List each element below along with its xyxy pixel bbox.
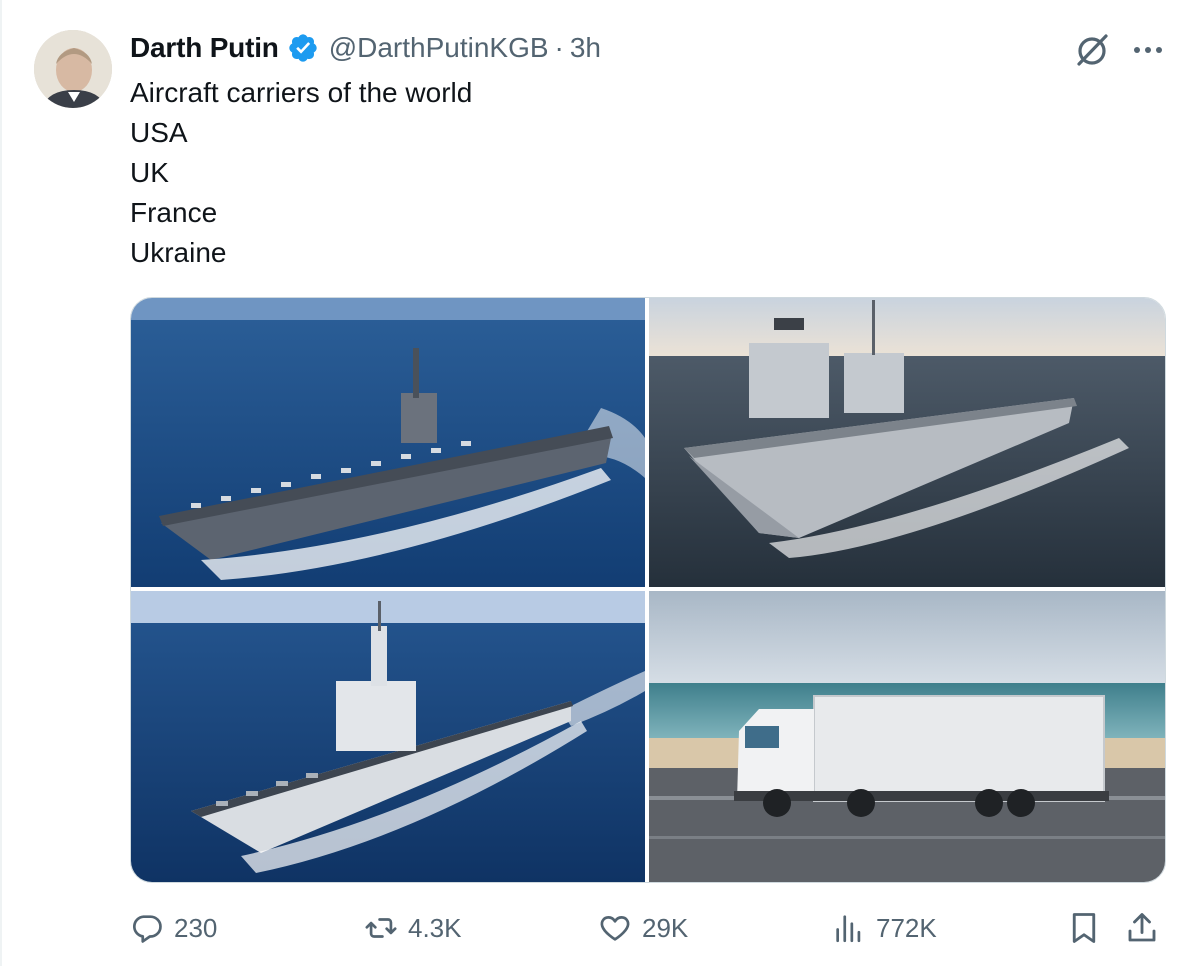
uk-carrier-image[interactable] <box>649 298 1165 587</box>
reply-button[interactable]: 230 <box>130 900 217 956</box>
views-button[interactable]: 772K <box>832 900 937 956</box>
views-count: 772K <box>876 912 937 943</box>
share-icon[interactable] <box>1124 910 1160 946</box>
display-name[interactable]: Darth Putin <box>130 32 279 64</box>
media-grid <box>130 297 1166 883</box>
views-icon <box>836 915 861 943</box>
repost-count: 4.3K <box>408 912 462 943</box>
user-handle[interactable]: @DarthPutinKGB <box>329 32 549 64</box>
separator: · <box>554 32 564 63</box>
heart-icon <box>600 916 630 941</box>
reply-icon <box>132 915 162 943</box>
like-count: 29K <box>642 912 689 943</box>
tweet-text-line: Ukraine <box>130 237 227 268</box>
avatar[interactable] <box>34 30 112 108</box>
truck-image[interactable] <box>649 591 1165 882</box>
more-icon[interactable] <box>1128 30 1168 70</box>
bookmark-icon[interactable] <box>1066 910 1102 946</box>
tweet-text-line: Aircraft carriers of the world <box>130 77 473 108</box>
tweet-text-line: USA <box>130 117 188 148</box>
action-bar: 230 4.3K 29K 772K <box>0 900 1196 956</box>
like-button[interactable]: 29K <box>598 900 688 956</box>
tweet-text: Aircraft carriers of the world USA UK Fr… <box>130 73 472 273</box>
tweet-header: Darth Putin @DarthPutinKGB · 3h <box>130 28 601 68</box>
grok-icon[interactable] <box>1072 30 1112 70</box>
repost-button[interactable]: 4.3K <box>364 900 462 956</box>
france-carrier-image[interactable] <box>131 591 645 882</box>
verified-badge-icon[interactable] <box>287 32 319 64</box>
repost-icon <box>365 918 397 938</box>
tweet-text-line: UK <box>130 157 169 188</box>
timestamp[interactable]: 3h <box>570 32 601 64</box>
reply-count: 230 <box>174 912 218 943</box>
timeline-divider <box>0 0 2 966</box>
usa-carrier-image[interactable] <box>131 298 645 587</box>
tweet-text-line: France <box>130 197 218 228</box>
tweet: Darth Putin @DarthPutinKGB · 3h Aircraft… <box>0 0 1196 966</box>
